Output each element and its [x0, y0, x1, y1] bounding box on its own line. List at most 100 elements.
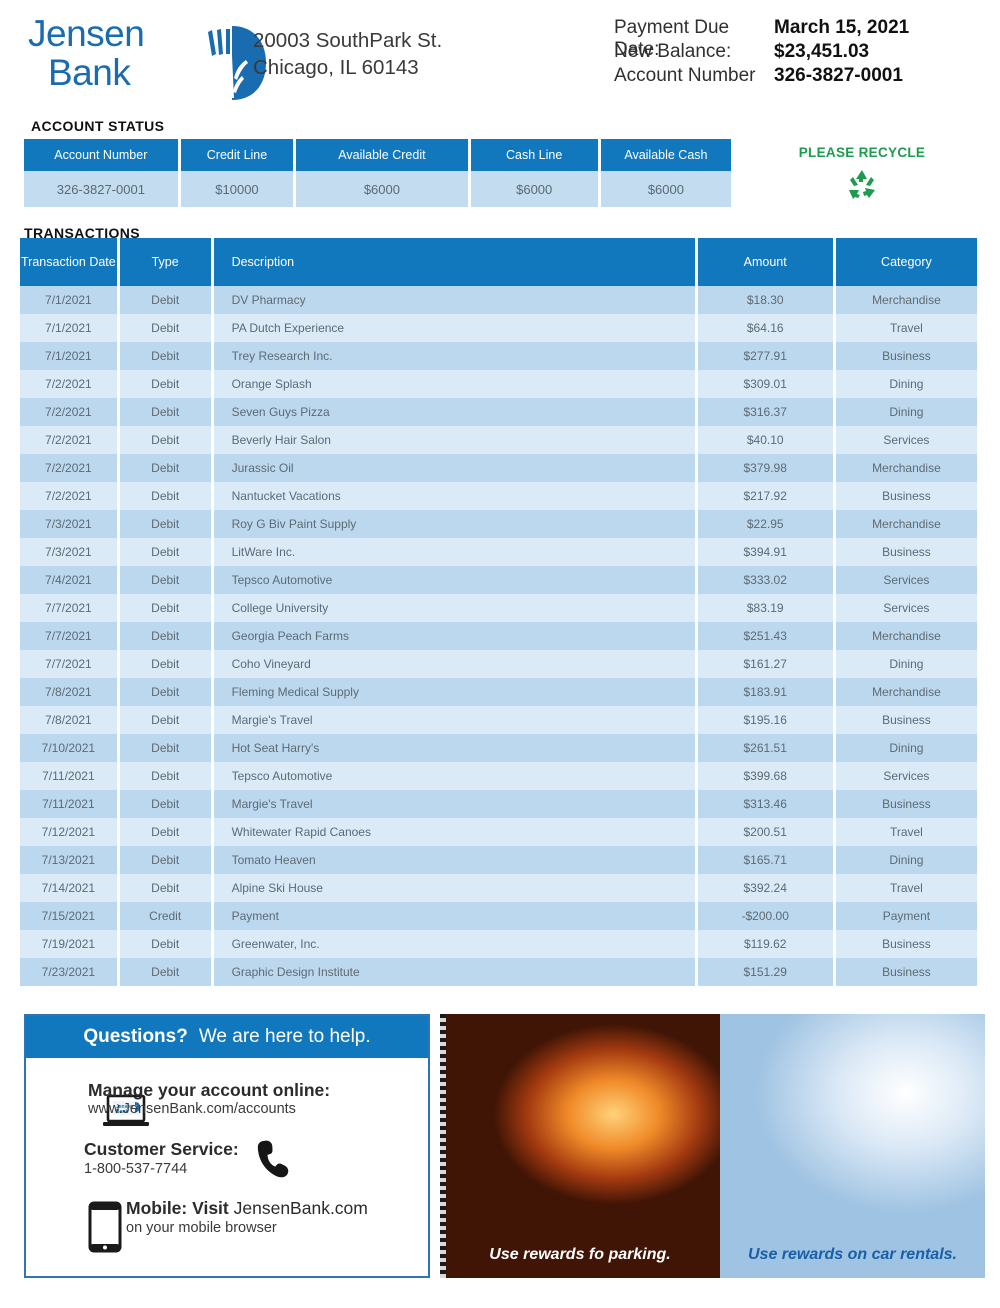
- transaction-date: 7/2/2021: [20, 398, 120, 426]
- transaction-category: Merchandise: [835, 678, 980, 706]
- transaction-amount: $217.92: [697, 482, 836, 510]
- transaction-date: 7/14/2021: [20, 874, 120, 902]
- help-customer-service-phone: 1-800-537-7744: [84, 1161, 188, 1177]
- statement-header: Jensen Bank 20003 SouthPark St. Chicago,…: [0, 0, 1000, 108]
- table-row: 7/1/2021 Debit DV Pharmacy $18.30 Merchandis…: [20, 286, 980, 314]
- transaction-amount: $64.16: [697, 314, 836, 342]
- address-line-1: 20003 SouthPark St.: [253, 29, 443, 52]
- new-balance-label: New Balance:: [614, 41, 732, 62]
- table-row: 7/11/2021 Debit Margie's Travel $313.46 Busi…: [20, 790, 980, 818]
- transaction-description: Nantucket Vacations: [213, 482, 698, 510]
- transaction-amount: $40.10: [697, 426, 836, 454]
- transaction-category: Travel: [835, 874, 980, 902]
- transaction-type: Debit: [119, 762, 214, 790]
- help-online-url[interactable]: www.JensenBank.com/accounts: [88, 1100, 418, 1119]
- transaction-description: Payment: [213, 902, 698, 930]
- table-row: 7/14/2021 Debit Alpine Ski House $392.24 Tra…: [20, 874, 980, 902]
- transaction-amount: $261.51: [697, 734, 836, 762]
- transactions-col-type: Type: [119, 238, 214, 286]
- summary-row-new-balance: New Balance: $23,451.03: [614, 41, 984, 65]
- transaction-date: 7/2/2021: [20, 370, 120, 398]
- transaction-date: 7/2/2021: [20, 482, 120, 510]
- transactions-col-category: Category: [835, 238, 980, 286]
- table-row: 7/12/2021 Debit Whitewater Rapid Canoes $20…: [20, 818, 980, 846]
- transaction-date: 7/3/2021: [20, 510, 120, 538]
- help-mobile-title: Mobile: Visit JensenBank.com: [126, 1198, 426, 1219]
- transaction-category: Dining: [835, 846, 980, 874]
- table-row: 7/3/2021 Debit Roy G Biv Paint Supply $22.9…: [20, 510, 980, 538]
- table-row: 7/15/2021 Credit Payment -$200.00 Payment: [20, 902, 980, 930]
- account-status-col-account-number: Account Number: [24, 139, 181, 171]
- promo-car-rentals-caption: Use rewards on car rentals.: [748, 1246, 957, 1263]
- transaction-date: 7/4/2021: [20, 566, 120, 594]
- transaction-description: PA Dutch Experience: [213, 314, 698, 342]
- transaction-amount: $394.91: [697, 538, 836, 566]
- account-status-col-available-cash: Available Cash: [600, 139, 734, 171]
- transaction-type: Debit: [119, 958, 214, 986]
- account-status-value-available-credit: $6000: [296, 171, 471, 207]
- transaction-type: Debit: [119, 650, 214, 678]
- account-status-title: ACCOUNT STATUS: [31, 118, 165, 134]
- transaction-category: Business: [835, 538, 980, 566]
- transaction-type: Debit: [119, 594, 214, 622]
- transaction-category: Services: [835, 762, 980, 790]
- transaction-amount: $200.51: [697, 818, 836, 846]
- transaction-amount: $165.71: [697, 846, 836, 874]
- transaction-amount: $277.91: [697, 342, 836, 370]
- transaction-type: Debit: [119, 734, 214, 762]
- transaction-type: Debit: [119, 538, 214, 566]
- transaction-description: Whitewater Rapid Canoes: [213, 818, 698, 846]
- transaction-amount: $151.29: [697, 958, 836, 986]
- help-manage-online: Manage your account online: www.JensenBa…: [88, 1080, 418, 1119]
- transaction-type: Debit: [119, 846, 214, 874]
- help-mobile: Mobile: Visit JensenBank.com on your mob…: [126, 1198, 426, 1238]
- transaction-description: Fleming Medical Supply: [213, 678, 698, 706]
- promotions: Use rewards fo parking. Use rewards on c…: [440, 1014, 985, 1278]
- transaction-amount: $195.16: [697, 706, 836, 734]
- phone-icon: [257, 1140, 289, 1178]
- transaction-amount: $161.27: [697, 650, 836, 678]
- help-mobile-subtitle: on your mobile browser: [126, 1220, 277, 1236]
- transaction-description: Hot Seat Harry's: [213, 734, 698, 762]
- transaction-amount: $18.30: [697, 286, 836, 314]
- recycle-notice: PLEASE RECYCLE: [762, 145, 962, 204]
- transaction-type: Debit: [119, 286, 214, 314]
- transactions-table: Transaction Date Type Description Amount…: [20, 238, 980, 986]
- transaction-description: Tepsco Automotive: [213, 762, 698, 790]
- transaction-type: Debit: [119, 342, 214, 370]
- table-row: 7/4/2021 Debit Tepsco Automotive $333.02 Ser…: [20, 566, 980, 594]
- transaction-type: Debit: [119, 482, 214, 510]
- mobile-phone-icon: [88, 1201, 122, 1253]
- transaction-description: Alpine Ski House: [213, 874, 698, 902]
- transaction-description: Coho Vineyard: [213, 650, 698, 678]
- transaction-date: 7/2/2021: [20, 454, 120, 482]
- account-summary: Payment Due Date: March 15, 2021 New Bal…: [614, 17, 984, 89]
- transactions-col-date: Transaction Date: [20, 238, 120, 286]
- transaction-description: Roy G Biv Paint Supply: [213, 510, 698, 538]
- help-online-title: Manage your account online:: [88, 1080, 331, 1100]
- account-status-col-credit-line: Credit Line: [180, 139, 297, 171]
- table-row: 7/10/2021 Debit Hot Seat Harry's $261.51 Din…: [20, 734, 980, 762]
- transaction-date: 7/11/2021: [20, 762, 120, 790]
- account-status-header-row: Account Number Credit Line Available Cre…: [24, 139, 734, 171]
- promo-car-rentals[interactable]: Use rewards on car rentals.: [720, 1014, 985, 1278]
- transaction-amount: $83.19: [697, 594, 836, 622]
- table-row: 7/2/2021 Debit Seven Guys Pizza $316.37 Dini…: [20, 398, 980, 426]
- table-row: 7/1/2021 Debit Trey Research Inc. $277.91 Bu…: [20, 342, 980, 370]
- transaction-date: 7/15/2021: [20, 902, 120, 930]
- table-row: 7/1/2021 Debit PA Dutch Experience $64.16 Tr…: [20, 314, 980, 342]
- transactions-body: 7/1/2021 Debit DV Pharmacy $18.30 Merchandis…: [20, 286, 980, 986]
- help-mobile-title-strong: Mobile: Visit: [126, 1198, 229, 1218]
- transaction-date: 7/8/2021: [20, 706, 120, 734]
- table-row: 7/23/2021 Debit Graphic Design Institute $1…: [20, 958, 980, 986]
- table-row: 7/2/2021 Debit Nantucket Vacations $217.92 B…: [20, 482, 980, 510]
- table-row: 7/2/2021 Debit Jurassic Oil $379.98 Merchand…: [20, 454, 980, 482]
- promo-parking[interactable]: Use rewards fo parking.: [440, 1014, 720, 1278]
- help-mobile-title-rest: JensenBank.com: [233, 1198, 368, 1218]
- payment-due-date-value: March 15, 2021: [774, 17, 910, 38]
- table-row: 7/8/2021 Debit Fleming Medical Supply $183.…: [20, 678, 980, 706]
- transaction-amount: $251.43: [697, 622, 836, 650]
- transaction-type: Debit: [119, 398, 214, 426]
- help-customer-service-title: Customer Service:: [84, 1139, 239, 1159]
- transaction-description: Graphic Design Institute: [213, 958, 698, 986]
